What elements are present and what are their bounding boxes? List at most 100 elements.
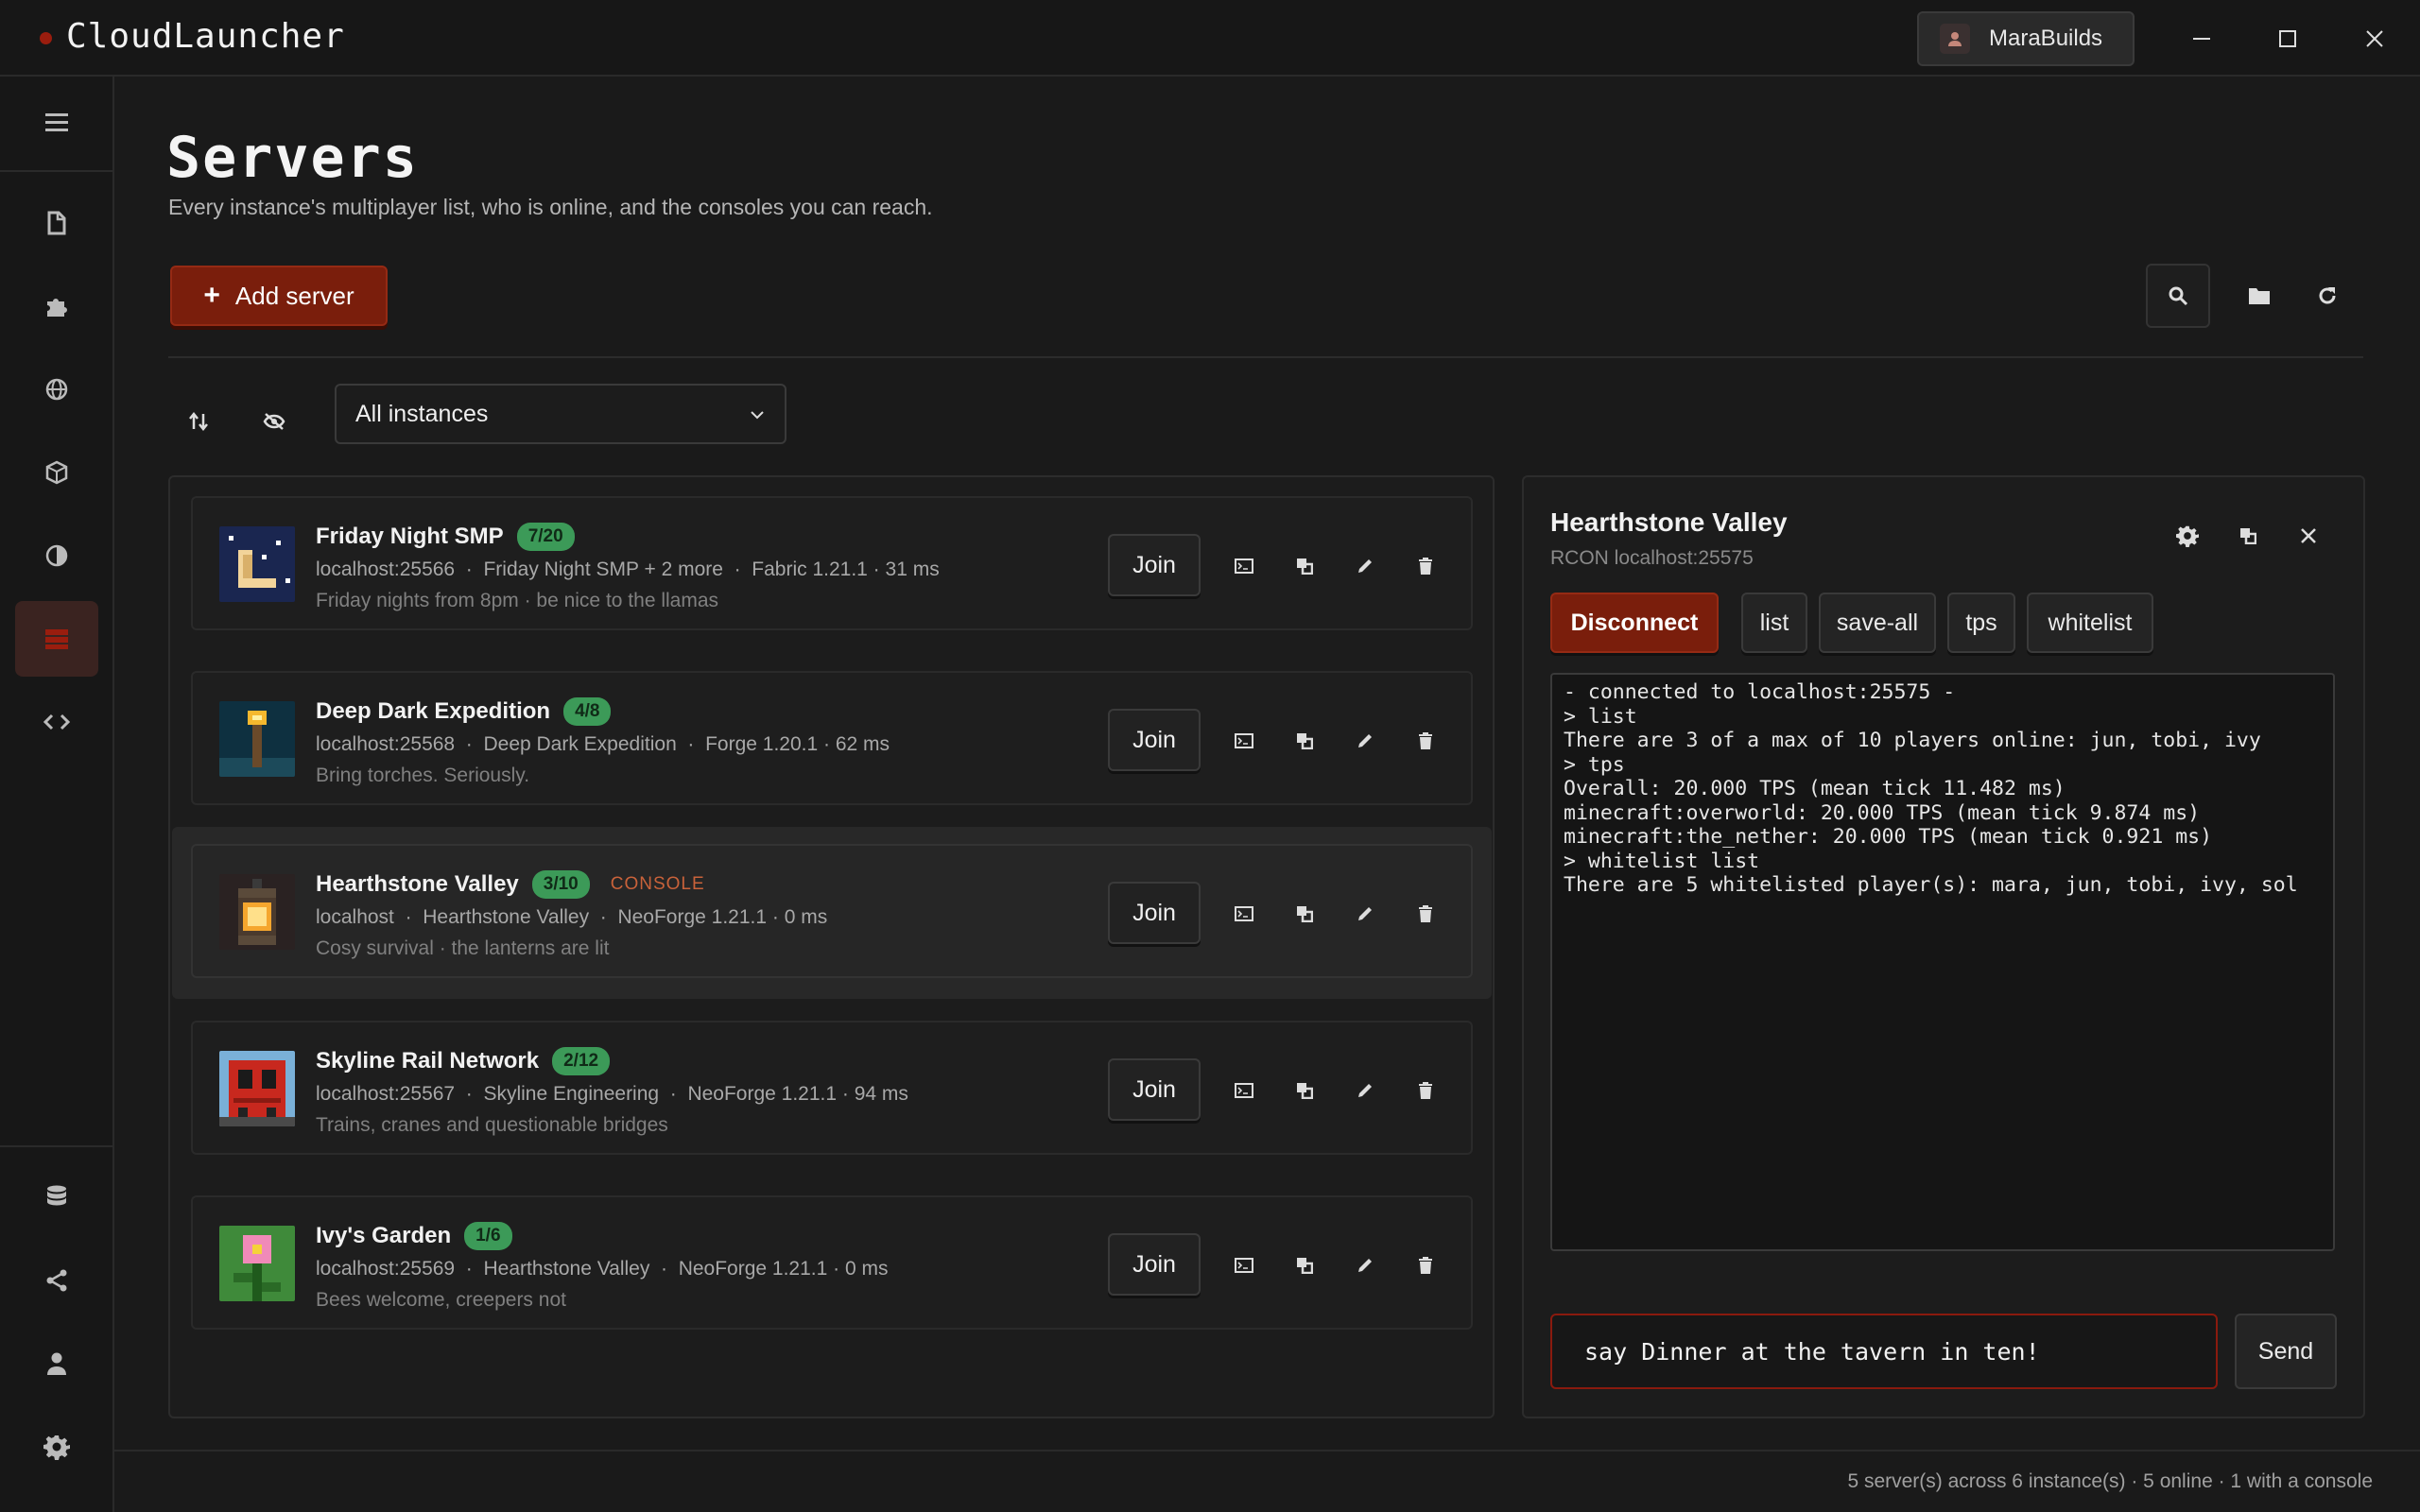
delete-button[interactable] [1409,1248,1443,1282]
copy-button[interactable] [1288,897,1322,931]
server-motd: Cosy survival · the lanterns are lit [316,937,610,959]
edit-button[interactable] [1348,1248,1382,1282]
server-card-body: Hearthstone Valley 3/10 CONSOLE localhos… [191,844,1473,978]
sidebar-item-settings[interactable] [15,1409,98,1485]
server-thumbnail [219,874,295,950]
quick-command-whitelist[interactable]: whitelist [2027,593,2153,653]
server-card[interactable]: Friday Night SMP 7/20 localhost:25566 · … [191,496,1473,630]
delete-button[interactable] [1409,549,1443,583]
copy-button[interactable] [1288,549,1322,583]
server-name-row: Skyline Rail Network 2/12 [316,1047,611,1075]
folder-icon [2249,288,2270,304]
minimize-button[interactable] [2180,17,2223,60]
console-button[interactable] [1227,1248,1261,1282]
delete-button[interactable] [1409,1074,1443,1108]
instance-filter-select[interactable]: All instances [335,384,786,444]
edit-button[interactable] [1348,1074,1382,1108]
terminal-icon [1235,906,1253,921]
delete-button[interactable] [1409,897,1443,931]
sidebar-item-servers[interactable] [15,601,98,677]
copy-button[interactable] [1288,1248,1322,1282]
menu-icon [45,113,68,131]
sidebar-item-appearance[interactable] [15,518,98,593]
refresh-button[interactable] [2295,264,2360,328]
delete-button[interactable] [1409,724,1443,758]
sidebar-item-mods[interactable] [15,268,98,344]
join-button[interactable]: Join [1108,1058,1201,1121]
open-folder-button[interactable] [2227,264,2291,328]
close-icon [2366,30,2383,47]
copy-button[interactable] [1288,724,1322,758]
server-card[interactable]: Deep Dark Expedition 4/8 localhost:25568… [191,671,1473,805]
console-close-button[interactable] [2290,517,2327,555]
server-thumbnail [219,1051,295,1126]
terminal-icon [1235,1258,1253,1273]
sidebar-item-files[interactable] [15,185,98,261]
console-button[interactable] [1227,897,1261,931]
server-info: NeoForge 1.21.1 · 0 ms [678,1258,889,1280]
console-button[interactable] [1227,1074,1261,1108]
server-instance: Skyline Engineering [483,1083,660,1105]
code-icon [43,713,70,730]
console-command-input[interactable] [1550,1314,2218,1389]
sidebar-item-account[interactable] [15,1326,98,1401]
edit-button[interactable] [1348,897,1382,931]
server-instance: Hearthstone Valley [423,906,590,928]
server-motd: Friday nights from 8pm · be nice to the … [316,590,719,611]
trash-icon [1419,1257,1432,1274]
search-icon [2169,286,2188,306]
puzzle-icon [47,299,67,317]
server-card[interactable]: Skyline Rail Network 2/12 localhost:2556… [191,1021,1473,1155]
sidebar-item-packages[interactable] [15,435,98,510]
close-window-button[interactable] [2353,17,2396,60]
join-button[interactable]: Join [1108,1233,1201,1296]
sidebar-item-share[interactable] [15,1243,98,1318]
quick-command-list[interactable]: list [1741,593,1807,653]
server-card[interactable]: Ivy's Garden 1/6 localhost:25569 · Heart… [191,1195,1473,1330]
server-motd: Bring torches. Seriously. [316,765,530,786]
edit-button[interactable] [1348,724,1382,758]
terminal-icon [1235,558,1253,574]
console-button[interactable] [1227,549,1261,583]
copy-icon [1297,1258,1313,1274]
hide-offline-button[interactable] [248,395,301,448]
app-title: CloudLauncher [66,17,345,56]
quick-command-save-all[interactable]: save-all [1819,593,1936,653]
player-count-badge: 3/10 [531,870,590,899]
sidebar-divider [0,170,114,172]
sidebar-item-storage[interactable] [15,1160,98,1235]
sidebar-divider [0,1145,114,1147]
sort-button[interactable] [172,395,225,448]
server-meta: localhost:25566 · Friday Night SMP + 2 m… [316,558,940,580]
quick-command-tps[interactable]: tps [1947,593,2015,653]
join-button[interactable]: Join [1108,534,1201,596]
sidebar-item-worlds[interactable] [15,352,98,427]
server-name-row: Ivy's Garden 1/6 [316,1222,512,1250]
search-button[interactable] [2146,264,2210,328]
console-settings-button[interactable] [2169,517,2206,555]
copy-button[interactable] [1288,1074,1322,1108]
chevron-down-icon [751,411,764,420]
send-button[interactable]: Send [2235,1314,2337,1389]
add-server-button[interactable]: + Add server [170,266,388,326]
server-name-row: Hearthstone Valley 3/10 CONSOLE [316,870,705,899]
maximize-icon [2279,30,2296,47]
sidebar-menu-toggle[interactable] [15,84,98,160]
gear-icon [2176,525,2199,547]
edit-button[interactable] [1348,549,1382,583]
console-popout-button[interactable] [2229,517,2267,555]
player-count-badge: 4/8 [563,697,612,726]
sidebar-item-developer[interactable] [15,684,98,760]
disconnect-button[interactable]: Disconnect [1550,593,1719,653]
account-button[interactable]: MaraBuilds [1917,11,2135,66]
maximize-button[interactable] [2266,17,2309,60]
server-card-selected[interactable]: Hearthstone Valley 3/10 CONSOLE localhos… [172,827,1492,999]
console-button[interactable] [1227,724,1261,758]
server-thumbnail [219,701,295,777]
status-summary: 5 server(s) across 6 instance(s) · 5 onl… [1847,1470,2373,1492]
join-button[interactable]: Join [1108,709,1201,771]
join-button[interactable]: Join [1108,882,1201,944]
trash-icon [1419,1082,1432,1099]
avatar [1940,24,1970,54]
pencil-icon [1358,1084,1372,1097]
